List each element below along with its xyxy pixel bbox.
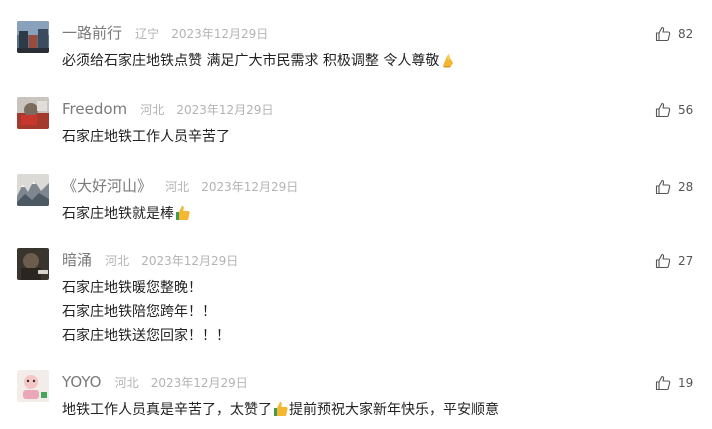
avatar[interactable]: [17, 174, 49, 206]
like-button[interactable]: 56: [655, 100, 693, 120]
comment-meta: Freedom 河北 2023年12月29日: [62, 99, 273, 119]
comment-line: 石家庄地铁工作人员辛苦了: [62, 129, 230, 145]
comment-date: 2023年12月29日: [141, 254, 239, 268]
thumbs-up-outline-icon: [655, 253, 671, 269]
comment-line: 石家庄地铁陪您跨年！！: [62, 304, 216, 320]
comment-line: 石家庄地铁送您回家！！！: [62, 328, 230, 344]
like-count: 28: [678, 180, 694, 194]
thumbs-up-emoji-icon: [175, 205, 191, 221]
like-count: 27: [678, 254, 694, 268]
location: 河北: [114, 376, 139, 390]
location: 辽宁: [135, 27, 160, 41]
comment-date: 2023年12月29日: [150, 376, 248, 390]
avatar[interactable]: [17, 97, 49, 129]
comment-line: 必须给石家庄地铁点赞 满足广大市民需求 积极调整 令人尊敬: [62, 53, 440, 69]
location: 河北: [165, 180, 190, 194]
location: 河北: [105, 254, 130, 268]
like-button[interactable]: 28: [655, 177, 693, 197]
pray-emoji-icon: [440, 52, 456, 68]
avatar[interactable]: [17, 21, 49, 53]
thumbs-up-outline-icon: [655, 102, 671, 118]
like-button[interactable]: 19: [655, 373, 693, 393]
username[interactable]: Freedom: [62, 100, 127, 118]
comment-meta: 一路前行 辽宁 2023年12月29日: [62, 23, 268, 43]
comment-text: 地铁工作人员真是辛苦了，太赞了 提前预祝大家新年快乐，平安顺意: [62, 398, 499, 422]
avatar[interactable]: [17, 370, 49, 402]
comment-meta: 《大好河山》 河北 2023年12月29日: [62, 176, 298, 196]
comment-date: 2023年12月29日: [176, 103, 274, 117]
thumbs-up-outline-icon: [655, 26, 671, 42]
username[interactable]: 一路前行: [62, 24, 122, 42]
comment-line: 地铁工作人员真是辛苦了，太赞了: [62, 402, 272, 418]
comment-line: 石家庄地铁暖您整晚！: [62, 280, 202, 296]
like-button[interactable]: 82: [655, 24, 693, 44]
thumbs-up-outline-icon: [655, 375, 671, 391]
comment-meta: YOYO 河北 2023年12月29日: [62, 372, 248, 392]
comment-date: 2023年12月29日: [171, 27, 269, 41]
avatar[interactable]: [17, 248, 49, 280]
comment-text: 石家庄地铁就是棒: [62, 202, 191, 226]
thumbs-up-outline-icon: [655, 179, 671, 195]
comment-text: 石家庄地铁暖您整晚！ 石家庄地铁陪您跨年！！ 石家庄地铁送您回家！！！: [62, 276, 230, 348]
location: 河北: [140, 103, 165, 117]
comment-meta: 暗涌 河北 2023年12月29日: [62, 250, 238, 270]
like-count: 56: [678, 103, 694, 117]
like-count: 82: [678, 27, 694, 41]
comment-text: 石家庄地铁工作人员辛苦了: [62, 125, 230, 149]
username[interactable]: 暗涌: [62, 251, 92, 269]
comment-text: 必须给石家庄地铁点赞 满足广大市民需求 积极调整 令人尊敬: [62, 49, 456, 73]
thumbs-up-emoji-icon: [273, 401, 289, 417]
like-count: 19: [678, 376, 694, 390]
username[interactable]: YOYO: [62, 373, 101, 391]
comment-line: 石家庄地铁就是棒: [62, 206, 174, 222]
comment-date: 2023年12月29日: [201, 180, 299, 194]
like-button[interactable]: 27: [655, 251, 693, 271]
comment-line: 提前预祝大家新年快乐，平安顺意: [289, 402, 499, 418]
username[interactable]: 《大好河山》: [62, 177, 152, 195]
